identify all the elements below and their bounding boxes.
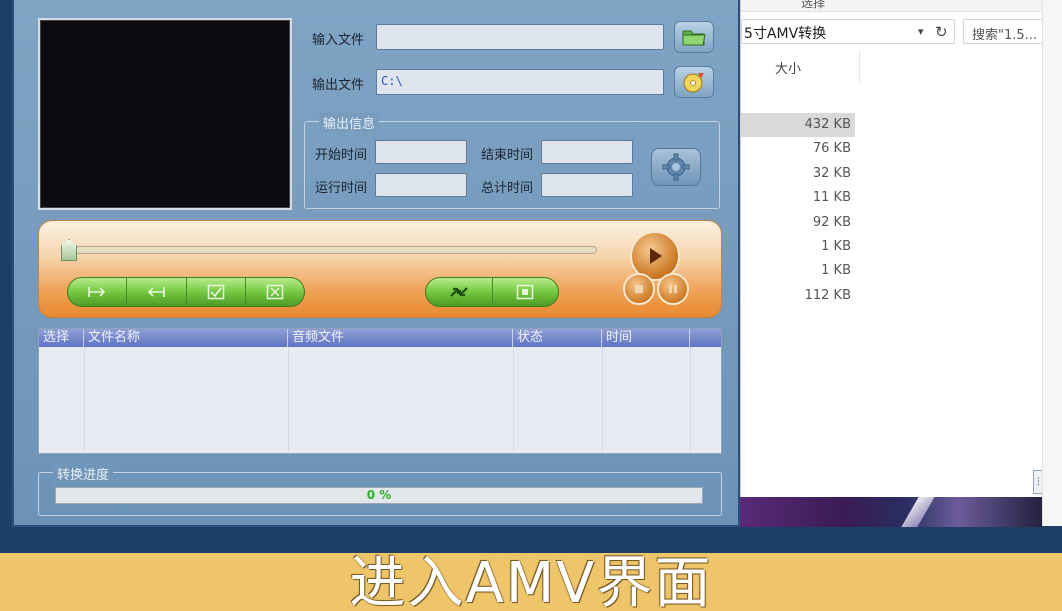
checkbox-checked-icon: [207, 284, 224, 300]
seek-thumb[interactable]: [61, 239, 77, 261]
ribbon-select-label[interactable]: 选择: [801, 0, 825, 11]
gear-icon: [662, 153, 690, 181]
checkbox-cross-icon: [266, 284, 284, 300]
stop-icon: [635, 285, 643, 293]
convert-button[interactable]: [426, 278, 493, 306]
convert-button-group: [425, 277, 559, 307]
list-item-size[interactable]: 11 KB: [741, 186, 855, 210]
run-time-label: 运行时间: [315, 181, 368, 196]
output-file-field[interactable]: C:\: [376, 69, 664, 95]
file-explorer-window: 选择 5寸AMV转换 ▾ ↻ 搜索"1.5... 大小 432 KB 76 KB…: [740, 0, 1043, 497]
stop-button[interactable]: [623, 273, 655, 305]
list-item-size[interactable]: 92 KB: [741, 211, 855, 235]
file-list-table[interactable]: 选择 文件名称 音频文件 状态 时间: [38, 328, 722, 454]
caption-text: 进入AMV界面: [349, 551, 713, 611]
column-separator: [859, 50, 860, 82]
address-bar[interactable]: 5寸AMV转换 ▾ ↻: [741, 19, 955, 44]
address-text: 5寸AMV转换: [744, 26, 827, 42]
list-item-size[interactable]: 32 KB: [741, 162, 855, 186]
end-time-field: [541, 140, 633, 164]
conversion-progress-title: 转换进度: [53, 464, 114, 483]
pause-icon: [669, 285, 677, 293]
list-item-size[interactable]: 112 KB: [741, 284, 855, 308]
output-file-label: 输出文件: [312, 78, 365, 93]
column-time[interactable]: 时间: [602, 329, 690, 347]
edit-button-group: [67, 277, 305, 307]
convert-arrows-icon: [449, 287, 468, 297]
list-item-size[interactable]: 1 KB: [741, 259, 855, 283]
column-filler: [690, 329, 721, 347]
list-item-size[interactable]: 1 KB: [741, 235, 855, 259]
video-preview: [38, 18, 292, 210]
settings-button[interactable]: [651, 148, 701, 186]
open-file-button[interactable]: [674, 21, 714, 53]
stop-square-icon: [517, 284, 534, 300]
run-time-field: [375, 173, 467, 197]
column-divider: [84, 347, 85, 453]
end-time-label: 结束时间: [481, 148, 534, 163]
playback-control-panel: [38, 220, 722, 318]
start-time-field: [375, 140, 467, 164]
input-file-field[interactable]: [376, 24, 664, 50]
check-button[interactable]: [187, 278, 246, 306]
file-list-header: 选择 文件名称 音频文件 状态 时间: [39, 329, 721, 347]
wallpaper-accent: [901, 497, 935, 527]
play-icon: [650, 248, 662, 264]
column-divider: [513, 347, 514, 453]
explorer-ribbon: 选择: [741, 0, 1042, 12]
column-divider: [602, 347, 603, 453]
disc-icon: [683, 73, 704, 93]
mark-start-icon: [88, 287, 106, 297]
column-file-name[interactable]: 文件名称: [84, 329, 288, 347]
caption-banner: 进入AMV界面: [0, 553, 1062, 611]
search-input[interactable]: 搜索"1.5...: [963, 19, 1043, 44]
list-item-size[interactable]: 432 KB: [741, 113, 855, 138]
amv-converter-window: 输入文件 输出文件 C:\ 输出信息 开始时间 结束时间 运行时间 总计时间 选…: [12, 0, 740, 527]
list-item-size[interactable]: 76 KB: [741, 137, 855, 161]
column-divider: [288, 347, 289, 453]
column-audio-file[interactable]: 音频文件: [288, 329, 513, 347]
refresh-icon[interactable]: ↻: [935, 23, 948, 41]
total-time-label: 总计时间: [481, 181, 534, 196]
start-time-label: 开始时间: [315, 148, 368, 163]
uncheck-button[interactable]: [246, 278, 304, 306]
folder-icon: [682, 30, 706, 46]
conversion-progress-text: 0 %: [366, 488, 392, 502]
conversion-progress-bar: 0 %: [55, 487, 703, 504]
column-size-header[interactable]: 大小: [775, 58, 801, 77]
column-select[interactable]: 选择: [39, 329, 84, 347]
column-divider: [690, 347, 691, 453]
pause-button[interactable]: [657, 273, 689, 305]
mark-end-icon: [148, 287, 166, 297]
input-file-label: 输入文件: [312, 33, 365, 48]
stop-convert-button[interactable]: [493, 278, 559, 306]
output-folder-button[interactable]: [674, 66, 714, 98]
desktop-wallpaper: [740, 497, 1042, 527]
output-info-group: 输出信息 开始时间 结束时间 运行时间 总计时间: [304, 113, 720, 209]
mark-end-button[interactable]: [127, 278, 187, 306]
chevron-down-icon[interactable]: ▾: [918, 25, 924, 38]
conversion-progress-group: 转换进度 0 %: [38, 464, 722, 516]
background-window-edge: [1042, 0, 1062, 526]
file-size-list: 432 KB 76 KB 32 KB 11 KB 92 KB 1 KB 1 KB…: [741, 113, 855, 308]
total-time-field: [541, 173, 633, 197]
output-info-title: 输出信息: [319, 113, 380, 132]
column-status[interactable]: 状态: [513, 329, 602, 347]
seek-track[interactable]: [69, 246, 597, 254]
mark-start-button[interactable]: [68, 278, 128, 306]
